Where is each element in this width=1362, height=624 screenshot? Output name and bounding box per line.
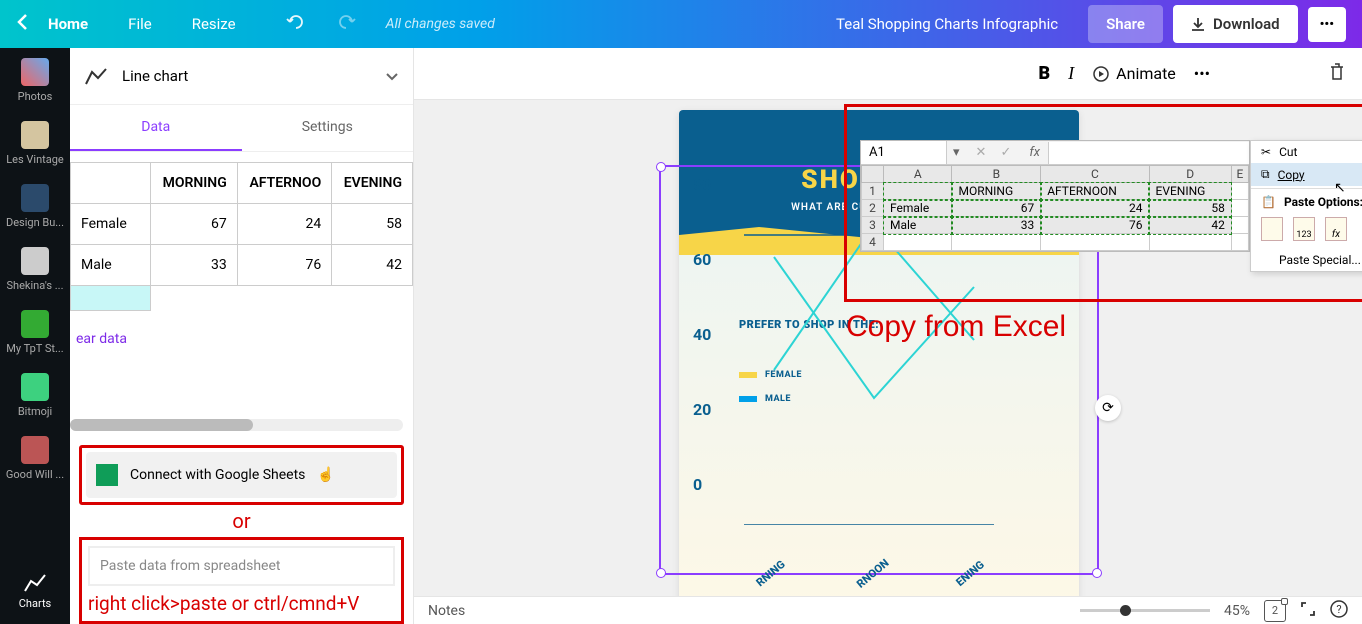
name-dropdown-icon[interactable]: ▾ [947, 145, 966, 160]
zoom-slider[interactable] [1080, 609, 1210, 612]
row-label[interactable]: Male [71, 245, 151, 286]
cell[interactable]: 67 [151, 204, 238, 245]
rail-designbu[interactable]: Design Bu... [5, 184, 65, 229]
table-header[interactable]: MORNING [151, 163, 238, 204]
paste-formulas-icon[interactable]: fx [1325, 217, 1347, 241]
bold-icon[interactable]: B [1039, 63, 1051, 84]
annotation-box-gsheets: Connect with Google Sheets ☝ [79, 445, 404, 505]
help-icon[interactable]: ? [1330, 600, 1348, 622]
zoom-level[interactable]: 45% [1224, 603, 1250, 619]
cell[interactable] [332, 286, 413, 311]
cell[interactable]: 24 [237, 204, 332, 245]
rail-charts[interactable]: Charts [5, 571, 65, 610]
formula-bar[interactable] [1048, 142, 1249, 164]
app-rail: Photos Les Vintage Design Bu... Shekina'… [0, 48, 70, 624]
chart-type-selector[interactable]: Line chart [70, 48, 413, 105]
canvas[interactable]: SHOPPING! WHAT ARE CUSTOMERS' HABITS ⟳ ⟳… [414, 100, 1362, 596]
cell[interactable]: 58 [332, 204, 413, 245]
annotation-copy-from-excel: Copy from Excel [846, 310, 1066, 344]
excel-grid[interactable]: ABCDE 1MORNINGAFTERNOONEVENING 2Female67… [861, 165, 1249, 251]
cell[interactable]: 76 [237, 245, 332, 286]
line-chart-icon [84, 66, 108, 86]
cell[interactable] [237, 286, 332, 311]
tab-settings[interactable]: Settings [242, 105, 414, 151]
download-button[interactable]: Download [1173, 5, 1298, 43]
editor-toolbar: B I Animate ••• [414, 48, 1362, 100]
svg-text:?: ? [1336, 603, 1341, 616]
save-status: All changes saved [386, 16, 495, 32]
clear-data-link[interactable]: ear data [70, 311, 413, 367]
cell[interactable]: 42 [332, 245, 413, 286]
paste-data-input[interactable]: Paste data from spreadsheet [88, 546, 395, 586]
italic-icon[interactable]: I [1068, 63, 1074, 84]
chevron-down-icon [385, 67, 399, 86]
rail-photos[interactable]: Photos [5, 58, 65, 103]
chart-edit-panel: Line chart Data Settings MORNING AFTERNO… [70, 48, 414, 624]
chart-type-label: Line chart [122, 67, 188, 85]
scissors-icon: ✂ [1261, 145, 1271, 159]
sync-badge-icon[interactable]: ⟳ [1095, 395, 1121, 421]
cancel-formula-icon[interactable]: ✕ [976, 145, 987, 160]
rail-lesvintage[interactable]: Les Vintage [5, 121, 65, 166]
gs-button-label: Connect with Google Sheets [130, 467, 305, 483]
cell[interactable]: 33 [151, 245, 238, 286]
row-label[interactable]: Female [71, 204, 151, 245]
animate-icon [1092, 65, 1110, 83]
ctx-cut[interactable]: ✂Cut [1251, 141, 1362, 163]
redo-icon[interactable] [336, 14, 356, 34]
hand-cursor-icon: ☝ [317, 467, 334, 483]
excel-window: A1 ▾ ✕ ✓ fx ABCDE 1MORNINGAFTERNOONEVENI… [860, 140, 1250, 252]
fullscreen-icon[interactable] [1300, 601, 1316, 621]
page-count-badge[interactable]: 2 [1264, 600, 1286, 622]
notes-button[interactable]: Notes [428, 603, 465, 619]
share-button[interactable]: Share [1088, 5, 1163, 43]
paste-option-icon[interactable] [1261, 217, 1283, 241]
animate-button[interactable]: Animate [1092, 64, 1176, 83]
annotation-paste-hint: right click>paste or ctrl/cmnd+V [88, 592, 395, 615]
tab-data[interactable]: Data [70, 105, 242, 151]
undo-icon[interactable] [286, 14, 306, 34]
google-sheets-icon [96, 464, 118, 486]
table-header[interactable]: AFTERNOO [237, 163, 332, 204]
resize-menu[interactable]: Resize [192, 15, 236, 33]
excel-name-box[interactable]: A1 [861, 141, 947, 164]
copy-icon: ⧉ [1261, 167, 1270, 182]
annotation-or: or [70, 509, 413, 533]
status-bar: Notes 45% 2 ? [414, 596, 1362, 624]
more-options-icon[interactable]: ••• [1194, 64, 1210, 83]
y-axis-label: 80 [693, 175, 711, 194]
accept-formula-icon[interactable]: ✓ [1000, 145, 1011, 160]
delete-icon[interactable] [1328, 62, 1346, 86]
more-menu[interactable]: ••• [1308, 7, 1346, 42]
download-icon [1191, 17, 1205, 31]
chart-icon [23, 571, 47, 593]
back-icon[interactable] [16, 13, 28, 35]
context-menu: ✂Cut ⧉Copy 📋Paste Options: 123 fx Paste … [1250, 140, 1362, 272]
paste-values-icon[interactable]: 123 [1293, 217, 1315, 241]
horizontal-scrollbar[interactable] [70, 419, 403, 431]
rail-mytpt[interactable]: My TpT St... [5, 310, 65, 355]
ctx-paste-special[interactable]: Paste Special... [1251, 249, 1362, 271]
download-label: Download [1213, 15, 1280, 33]
fx-label: fx [1021, 145, 1048, 160]
table-header-blank[interactable] [71, 163, 151, 204]
connect-google-sheets-button[interactable]: Connect with Google Sheets ☝ [86, 452, 397, 498]
annotation-box-paste: Paste data from spreadsheet right click>… [79, 537, 404, 624]
mouse-cursor-icon: ↖ [1334, 180, 1346, 196]
cell[interactable] [151, 286, 238, 311]
file-menu[interactable]: File [128, 15, 152, 33]
paste-options-row: 123 fx [1251, 213, 1362, 249]
rail-goodwill[interactable]: Good Will ... [5, 436, 65, 481]
document-title[interactable]: Teal Shopping Charts Infographic [836, 15, 1058, 33]
empty-row-label[interactable] [71, 286, 151, 311]
data-table[interactable]: MORNING AFTERNOO EVENING Female 67 24 58… [70, 152, 413, 367]
table-header[interactable]: EVENING [332, 163, 413, 204]
clipboard-icon: 📋 [1261, 195, 1276, 209]
rail-shekinas[interactable]: Shekina's ... [5, 247, 65, 292]
rail-bitmoji[interactable]: Bitmoji [5, 373, 65, 418]
home-link[interactable]: Home [48, 15, 88, 33]
